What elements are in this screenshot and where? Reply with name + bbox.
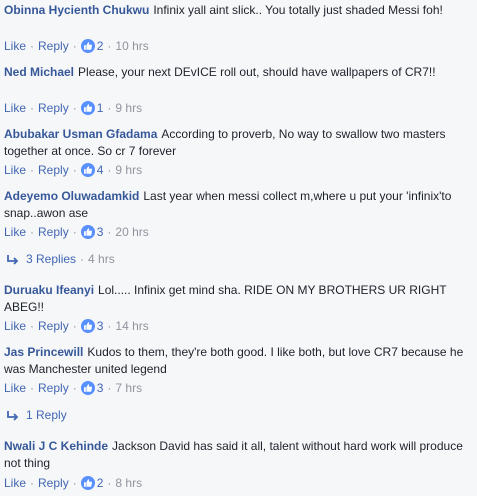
comment-body: Please, your next DEvICE roll out, shoul… xyxy=(78,65,436,79)
comment-timestamp[interactable]: 20 hrs xyxy=(115,225,148,239)
comment-timestamp[interactable]: 9 hrs xyxy=(115,101,142,115)
reaction-count[interactable]: 2 xyxy=(97,39,104,53)
separator-dot: · xyxy=(107,319,112,333)
separator-dot: · xyxy=(107,225,112,239)
comment-text-block: Abubakar Usman Gfadama According to prove… xyxy=(4,126,472,160)
comment: Abubakar Usman Gfadama According to prove… xyxy=(4,126,472,177)
separator-dot: · xyxy=(30,163,35,177)
separator-dot: · xyxy=(107,381,112,395)
comment: Duruaku Ifeanyi Lol..... Infinix get mind… xyxy=(4,282,472,333)
like-button[interactable]: Like xyxy=(4,39,26,53)
like-button[interactable]: Like xyxy=(4,101,26,115)
reply-button[interactable]: Reply xyxy=(38,225,69,239)
reaction-count[interactable]: 3 xyxy=(97,381,104,395)
separator-dot: · xyxy=(30,381,35,395)
comment-timestamp[interactable]: 10 hrs xyxy=(115,39,148,53)
separator-dot: · xyxy=(72,163,77,177)
view-replies-link[interactable]: 3 Replies · 4 hrs xyxy=(6,250,115,268)
comment-author-link[interactable]: Jas Princewill xyxy=(4,345,83,359)
like-button[interactable]: Like xyxy=(4,163,26,177)
separator-dot: · xyxy=(30,225,35,239)
reaction-count[interactable]: 2 xyxy=(97,476,104,490)
comment-author-link[interactable]: Adeyemo Oluwadamkid xyxy=(4,189,139,203)
like-button[interactable]: Like xyxy=(4,225,26,239)
replies-timestamp: 4 hrs xyxy=(88,252,115,266)
separator-dot: · xyxy=(107,163,112,177)
comment: Ned Michael Please, your next DEvICE roll… xyxy=(4,64,472,115)
comment-author-link[interactable]: Obinna Hycienth Chukwu xyxy=(4,3,149,17)
reaction-count[interactable]: 3 xyxy=(97,319,104,333)
comment-body: Infinix yall aint slick.. You totally ju… xyxy=(153,3,443,17)
comments-feed: Obinna Hycienth Chukwu Infinix yall aint … xyxy=(0,0,477,496)
separator-dot: · xyxy=(72,225,77,239)
comment: Obinna Hycienth Chukwu Infinix yall aint … xyxy=(4,2,472,53)
comment-text-block: Obinna Hycienth Chukwu Infinix yall aint … xyxy=(4,2,472,19)
thumbs-up-icon[interactable] xyxy=(80,163,95,177)
comment-actions: Like · Reply · 1 · 9 hrs xyxy=(4,100,142,116)
separator-dot: · xyxy=(72,476,77,490)
separator-dot: · xyxy=(107,476,112,490)
comment-actions: Like · Reply · 4 · 9 hrs xyxy=(4,162,142,178)
thumbs-up-icon[interactable] xyxy=(80,39,95,53)
comment: Adeyemo Oluwadamkid Last year when messi … xyxy=(4,188,472,239)
separator-dot: · xyxy=(30,476,35,490)
reply-arrow-icon xyxy=(7,255,19,265)
reaction-count[interactable]: 4 xyxy=(97,163,104,177)
comment-text-block: Duruaku Ifeanyi Lol..... Infinix get mind… xyxy=(4,282,472,316)
comment-actions: Like · Reply · 3 · 7 hrs xyxy=(4,380,142,396)
comment: Nwali J C Kehinde Jackson David has said … xyxy=(4,438,472,490)
like-button[interactable]: Like xyxy=(4,476,26,490)
separator-dot: · xyxy=(30,319,35,333)
comment-author-link[interactable]: Abubakar Usman Gfadama xyxy=(4,127,157,141)
comment-actions: Like · Reply · 2 · 8 hrs xyxy=(4,475,142,491)
comment-actions: Like · Reply · 3 · 20 hrs xyxy=(4,224,149,240)
reply-button[interactable]: Reply xyxy=(38,101,69,115)
separator-dot: · xyxy=(107,101,112,115)
comment-author-link[interactable]: Nwali J C Kehinde xyxy=(4,439,108,453)
thumbs-up-icon[interactable] xyxy=(80,381,95,395)
reply-button[interactable]: Reply xyxy=(38,163,69,177)
replies-label[interactable]: 3 Replies xyxy=(26,252,76,266)
separator-dot: · xyxy=(72,319,77,333)
separator-dot: · xyxy=(30,101,35,115)
separator-dot: · xyxy=(72,381,77,395)
comment-timestamp[interactable]: 14 hrs xyxy=(115,319,148,333)
comment: Jas Princewill Kudos to them, they're bot… xyxy=(4,344,472,395)
comment-timestamp[interactable]: 9 hrs xyxy=(115,163,142,177)
separator-dot: · xyxy=(30,39,35,53)
thumbs-up-icon[interactable] xyxy=(80,319,95,333)
separator-dot: · xyxy=(72,101,77,115)
reaction-count[interactable]: 3 xyxy=(97,225,104,239)
replies-label[interactable]: 1 Reply xyxy=(26,408,67,422)
comment-text-block: Adeyemo Oluwadamkid Last year when messi … xyxy=(4,188,472,222)
reply-button[interactable]: Reply xyxy=(38,319,69,333)
comment-author-link[interactable]: Duruaku Ifeanyi xyxy=(4,283,94,297)
comment-timestamp[interactable]: 7 hrs xyxy=(115,381,142,395)
view-replies-link[interactable]: 1 Reply xyxy=(6,406,67,424)
comment-timestamp[interactable]: 8 hrs xyxy=(115,476,142,490)
comment-author-link[interactable]: Ned Michael xyxy=(4,65,74,79)
like-button[interactable]: Like xyxy=(4,381,26,395)
reaction-count[interactable]: 1 xyxy=(97,101,104,115)
reply-button[interactable]: Reply xyxy=(38,476,69,490)
thumbs-up-icon[interactable] xyxy=(80,101,95,115)
separator-dot: · xyxy=(107,39,112,53)
separator-dot: · xyxy=(72,39,77,53)
comment-text-block: Ned Michael Please, your next DEvICE roll… xyxy=(4,64,472,81)
thumbs-up-icon[interactable] xyxy=(80,476,95,490)
reply-button[interactable]: Reply xyxy=(38,39,69,53)
reply-arrow-icon xyxy=(7,411,19,421)
thumbs-up-icon[interactable] xyxy=(80,225,95,239)
comment-actions: Like · Reply · 3 · 14 hrs xyxy=(4,318,149,334)
like-button[interactable]: Like xyxy=(4,319,26,333)
separator-dot: · xyxy=(80,252,85,266)
comment-text-block: Jas Princewill Kudos to them, they're bot… xyxy=(4,344,472,378)
comment-actions: Like · Reply · 2 · 10 hrs xyxy=(4,38,149,54)
comment-text-block: Nwali J C Kehinde Jackson David has said … xyxy=(4,438,472,472)
reply-button[interactable]: Reply xyxy=(38,381,69,395)
